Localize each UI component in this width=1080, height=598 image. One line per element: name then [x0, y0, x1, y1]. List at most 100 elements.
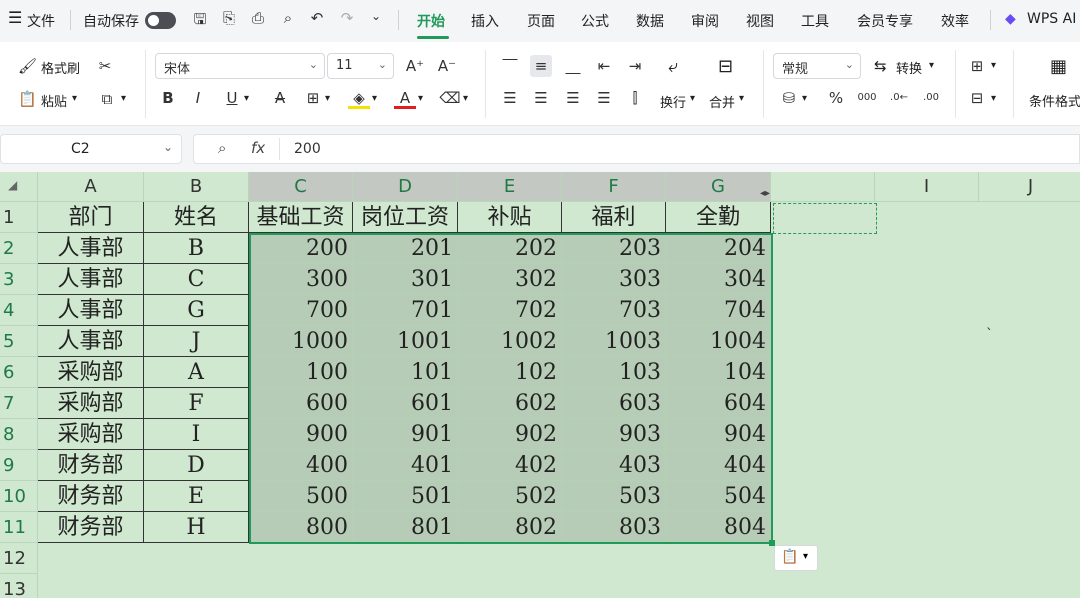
row-header-11[interactable]: 11 — [0, 512, 38, 543]
chevron-down-icon[interactable]: ▾ — [929, 60, 934, 71]
text-cell[interactable]: J — [144, 326, 249, 357]
column-header-F[interactable]: F — [562, 172, 666, 202]
fx-icon[interactable]: fx — [251, 139, 265, 157]
text-cell[interactable]: 财务部 — [38, 512, 144, 543]
clear-format-icon[interactable]: ⌫ — [439, 87, 461, 109]
row-header-9[interactable]: 9 — [0, 450, 38, 481]
tab-view[interactable]: 视图 — [746, 11, 774, 31]
paste-options-button[interactable]: 📋 ▾ — [774, 545, 818, 571]
cell-style-icon[interactable]: ⊟ — [966, 87, 988, 109]
column-header-D[interactable]: D — [353, 172, 458, 202]
header-cell[interactable]: 姓名 — [144, 202, 249, 233]
row-header-1[interactable]: 1 — [0, 202, 38, 233]
text-cell[interactable]: 人事部 — [38, 326, 144, 357]
text-cell[interactable]: 财务部 — [38, 450, 144, 481]
row-header-7[interactable]: 7 — [0, 388, 38, 419]
paste-button[interactable]: 粘贴 — [41, 91, 67, 110]
increase-decimal-icon[interactable]: .0← — [888, 87, 910, 109]
conditional-format-button[interactable]: 条件格式 — [1029, 91, 1080, 110]
column-header-I[interactable]: I — [875, 172, 979, 202]
save-icon[interactable]: 🖫 — [190, 9, 210, 31]
spreadsheet-grid[interactable]: ◢ ABCDEFGIJK 12345678910111213 部门姓名基础工资岗… — [0, 172, 1080, 598]
row-header-8[interactable]: 8 — [0, 419, 38, 450]
row-header-10[interactable]: 10 — [0, 481, 38, 512]
chevron-down-icon[interactable]: ▾ — [418, 93, 423, 104]
hamburger-icon[interactable]: ☰ — [8, 8, 22, 27]
select-all-corner[interactable]: ◢ — [0, 172, 38, 202]
header-cell[interactable]: 基础工资 — [249, 202, 353, 233]
number-format-select[interactable]: 常规 ⌄ — [773, 53, 861, 79]
underline-icon[interactable]: U — [221, 87, 243, 109]
bold-icon[interactable]: B — [157, 87, 179, 109]
merge-cells-button[interactable]: 合并 — [709, 92, 735, 111]
row-col-icon[interactable]: ⊞ — [966, 55, 988, 77]
chevron-down-icon[interactable]: ▾ — [244, 93, 249, 104]
name-box[interactable]: C2 ⌄ — [0, 134, 182, 164]
tab-review[interactable]: 审阅 — [691, 11, 719, 31]
thousands-icon[interactable]: 000 — [856, 87, 878, 109]
chevron-down-icon[interactable]: ▾ — [372, 93, 377, 104]
decrease-decimal-icon[interactable]: .00 — [920, 87, 942, 109]
header-cell[interactable]: 部门 — [38, 202, 144, 233]
tab-home[interactable]: 开始 — [417, 11, 445, 31]
chevron-down-icon[interactable]: ⌄ — [366, 9, 386, 31]
text-cell[interactable]: E — [144, 481, 249, 512]
chevron-down-icon[interactable]: ▾ — [325, 93, 330, 104]
align-left-icon[interactable]: ☰ — [499, 87, 521, 109]
tab-page[interactable]: 页面 — [527, 11, 555, 31]
align-middle-icon[interactable]: ≡ — [530, 55, 552, 77]
undo-icon[interactable]: ↶ — [307, 9, 327, 31]
text-cell[interactable]: 人事部 — [38, 295, 144, 326]
row-header-6[interactable]: 6 — [0, 357, 38, 388]
align-top-icon[interactable]: ⎺ — [499, 55, 521, 77]
text-cell[interactable]: 财务部 — [38, 481, 144, 512]
font-name-select[interactable]: 宋体 ⌄ — [155, 53, 325, 79]
row-header-5[interactable]: 5 — [0, 326, 38, 357]
italic-icon[interactable]: I — [187, 87, 209, 109]
column-header-J[interactable]: J — [979, 172, 1080, 202]
distributed-icon[interactable]: ⫿ — [624, 87, 646, 109]
fill-color-icon[interactable]: ◈ — [348, 87, 370, 109]
text-cell[interactable]: H — [144, 512, 249, 543]
print-icon[interactable]: ⎙ — [248, 9, 268, 31]
tab-formulas[interactable]: 公式 — [581, 11, 609, 31]
column-header-H[interactable] — [771, 172, 875, 202]
column-header-G[interactable]: G — [666, 172, 771, 202]
percent-icon[interactable]: % — [825, 87, 847, 109]
text-cell[interactable]: D — [144, 450, 249, 481]
align-center-icon[interactable]: ☰ — [530, 87, 552, 109]
copy-icon[interactable]: ⧉ — [96, 88, 118, 110]
row-header-4[interactable]: 4 — [0, 295, 38, 326]
text-cell[interactable]: 人事部 — [38, 233, 144, 264]
tab-tools[interactable]: 工具 — [801, 11, 829, 31]
font-size-select[interactable]: 11 ⌄ — [327, 53, 394, 79]
text-cell[interactable]: 采购部 — [38, 419, 144, 450]
text-cell[interactable]: 人事部 — [38, 264, 144, 295]
tab-insert[interactable]: 插入 — [471, 11, 499, 31]
increase-font-icon[interactable]: A⁺ — [404, 55, 426, 77]
wrap-text-button[interactable]: 换行 — [660, 92, 686, 111]
share-icon[interactable]: ⎘ — [219, 9, 239, 31]
align-right-icon[interactable]: ☰ — [562, 87, 584, 109]
align-bottom-icon[interactable]: ⎽ — [562, 55, 584, 77]
redo-icon[interactable]: ↷ — [337, 9, 357, 31]
chevron-down-icon[interactable]: ▾ — [991, 93, 996, 104]
file-menu[interactable]: 文件 — [27, 11, 55, 31]
header-cell[interactable]: 岗位工资 — [353, 202, 458, 233]
text-cell[interactable]: B — [144, 233, 249, 264]
column-header-B[interactable]: B — [144, 172, 249, 202]
increase-indent-icon[interactable]: ⇥ — [624, 55, 646, 77]
strikethrough-icon[interactable]: A — [269, 87, 291, 109]
row-header-13[interactable]: 13 — [0, 574, 38, 598]
decrease-indent-icon[interactable]: ⇤ — [593, 55, 615, 77]
tab-efficiency[interactable]: 效率 — [941, 11, 969, 31]
cut-icon[interactable]: ✂ — [94, 55, 116, 77]
text-cell[interactable]: F — [144, 388, 249, 419]
chevron-down-icon[interactable]: ▾ — [739, 93, 744, 104]
row-header-2[interactable]: 2 — [0, 233, 38, 264]
print-preview-icon[interactable]: ⌕ — [278, 9, 298, 31]
chevron-down-icon[interactable]: ▾ — [121, 93, 126, 104]
text-cell[interactable]: G — [144, 295, 249, 326]
row-header-12[interactable]: 12 — [0, 543, 38, 574]
tab-data[interactable]: 数据 — [636, 11, 664, 31]
